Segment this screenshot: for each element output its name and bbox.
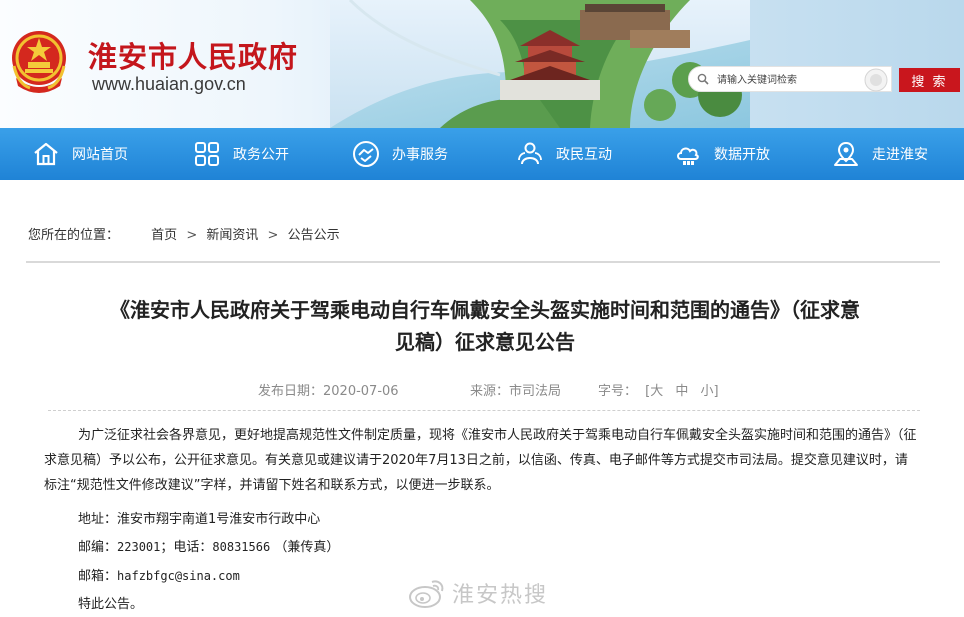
- postcode-label: 邮编：: [78, 540, 118, 555]
- nav-item-label: 数据开放: [714, 147, 770, 163]
- home-icon: [34, 142, 58, 166]
- phone-label: ；电话：: [160, 540, 213, 555]
- search-button[interactable]: 搜 索: [899, 68, 960, 92]
- email-label: 邮箱：: [78, 569, 118, 584]
- contact-postcode-phone: 邮编：223001；电话：80831566 （兼传真）: [78, 536, 339, 555]
- search-input[interactable]: [717, 71, 857, 89]
- nav-item-interaction[interactable]: 政民互动: [516, 128, 612, 180]
- nav-item-label: 办事服务: [392, 147, 448, 163]
- phone-note: （兼传真）: [274, 540, 340, 555]
- breadcrumb: 您所在的位置： 首页 > 新闻资讯 > 公告公示: [28, 224, 340, 243]
- address-label: 地址：: [78, 512, 118, 527]
- breadcrumb-item-notices[interactable]: 公告公示: [288, 228, 340, 243]
- publish-date: 发布日期：2020-07-06: [258, 380, 399, 399]
- article-title-line: 《淮安市人民政府关于驾乘电动自行车佩戴安全头盔实施时间和范围的通告》（征求意: [110, 298, 860, 322]
- banner-scenery-image: [330, 0, 750, 128]
- map-pin-icon: [834, 141, 858, 166]
- date-value: 2020-07-06: [323, 384, 399, 399]
- people-icon: [518, 142, 542, 165]
- cloud-data-icon: [677, 147, 699, 165]
- nav-item-label: 政务公开: [233, 147, 289, 163]
- postcode-value: 223001: [117, 540, 161, 554]
- breadcrumb-item-home[interactable]: 首页: [151, 228, 177, 243]
- national-emblem-logo: [12, 31, 66, 93]
- breadcrumb-divider: [26, 261, 940, 263]
- breadcrumb-item-news[interactable]: 新闻资讯: [206, 228, 258, 243]
- font-size-label: 字号：: [598, 384, 638, 399]
- search-box: [688, 66, 892, 92]
- address-value: 淮安市翔宇南道1号淮安市行政中心: [117, 512, 321, 527]
- breadcrumb-separator: >: [186, 228, 198, 243]
- article-paragraph: 为广泛征求社会各界意见，更好地提高规范性文件制定质量，现将《淮安市人民政府关于驾…: [44, 428, 917, 493]
- nav-item-label: 网站首页: [72, 147, 128, 163]
- grid-icon: [195, 142, 219, 166]
- site-url: www.huaian.gov.cn: [92, 74, 246, 94]
- contact-email: 邮箱：hafzbfgc@sina.com: [78, 565, 240, 584]
- article-source: 来源：市司法局: [470, 380, 561, 399]
- source-label: 来源：: [470, 384, 510, 399]
- source-value: 市司法局: [509, 384, 562, 399]
- weibo-icon: [409, 580, 444, 608]
- nav-item-label: 走进淮安: [872, 147, 928, 163]
- breadcrumb-separator: >: [267, 228, 279, 243]
- contact-address: 地址：淮安市翔宇南道1号淮安市行政中心: [78, 508, 320, 527]
- nav-item-label: 政民互动: [556, 147, 612, 163]
- date-label: 发布日期：: [258, 384, 324, 399]
- watermark-text: 淮安热搜: [452, 583, 549, 608]
- phone-value: 80831566: [212, 540, 271, 554]
- font-size-small-option[interactable]: 小]: [701, 384, 719, 399]
- meta-divider: [48, 410, 920, 411]
- article-title-line: 见稿）征求意见公告: [395, 330, 575, 354]
- site-title: 淮安市人民政府: [88, 40, 299, 74]
- nav-item-about-huaian[interactable]: 走进淮安: [832, 128, 928, 180]
- font-size-medium-option[interactable]: 中: [675, 384, 688, 399]
- nav-item-gov-affairs[interactable]: 政务公开: [193, 128, 289, 180]
- font-size-large-option[interactable]: [大: [645, 384, 663, 399]
- article-title: 《淮安市人民政府关于驾乘电动自行车佩戴安全头盔实施时间和范围的通告》（征求意 见…: [50, 294, 920, 358]
- watermark: 淮安热搜: [408, 574, 548, 612]
- site-header: 淮安市人民政府 www.huaian.gov.cn 搜 索: [0, 0, 964, 128]
- nav-item-open-data[interactable]: 数据开放: [674, 128, 770, 180]
- breadcrumb-prefix: 您所在的位置：: [28, 228, 120, 243]
- handshake-icon: [353, 141, 379, 167]
- search-icon: [697, 73, 709, 85]
- font-size-switcher: 字号： [大 中 小]: [598, 380, 723, 399]
- nav-item-services[interactable]: 办事服务: [352, 128, 448, 180]
- main-nav: 网站首页 政务公开 办事服务 政民互动 数据开放 走进淮安: [0, 128, 964, 180]
- email-value: hafzbfgc@sina.com: [117, 569, 240, 583]
- nav-item-home[interactable]: 网站首页: [32, 128, 128, 180]
- voice-search-icon[interactable]: [864, 68, 888, 92]
- closing-text: 特此公告。: [78, 597, 144, 612]
